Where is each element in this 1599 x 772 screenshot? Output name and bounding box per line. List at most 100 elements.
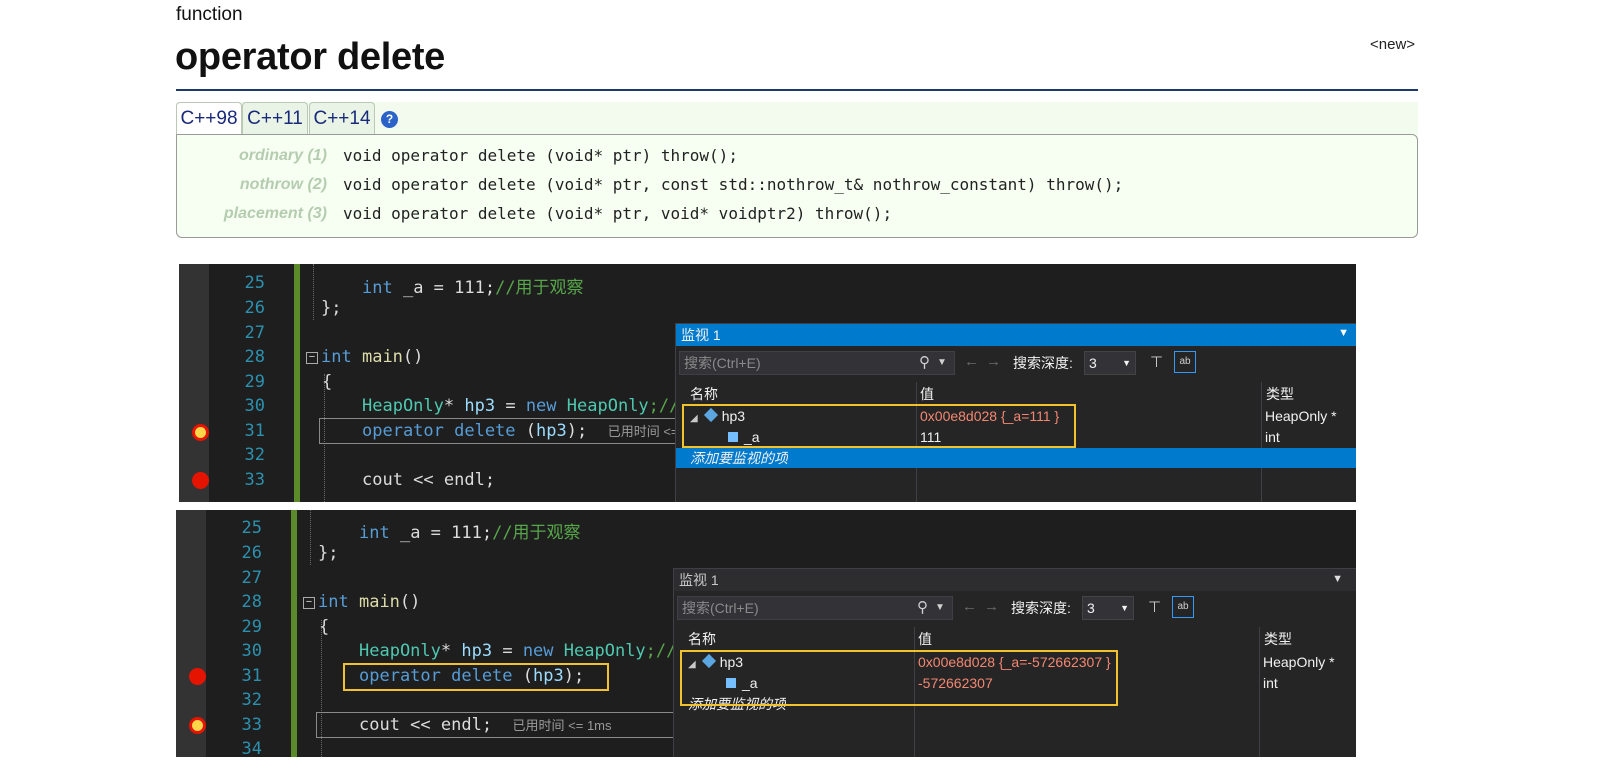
watch-search-input[interactable]: 搜索(Ctrl+E) [677, 596, 953, 620]
tab-cpp14[interactable]: C++14 [309, 102, 375, 135]
line-number: 27 [241, 568, 262, 588]
search-depth-label: 搜索深度: [1013, 355, 1073, 371]
watch-row-type: HeapOnly * [1265, 408, 1337, 424]
watch-grid-header: 名称 值 类型 [674, 629, 1356, 649]
code-line-29: { [322, 372, 333, 392]
indent-guide [313, 264, 314, 320]
code-line-33: cout << endl; [362, 470, 496, 490]
search-icon[interactable]: ⚲ [919, 353, 930, 371]
highlight-box [343, 663, 609, 691]
change-bar [291, 510, 297, 757]
search-depth-select[interactable]: 3 ▼ [1082, 596, 1134, 620]
watch-title: 监视 1 [676, 324, 1356, 346]
help-icon[interactable]: ? [381, 111, 398, 128]
line-number: 29 [244, 372, 265, 392]
back-arrow-icon[interactable]: ← [962, 598, 977, 615]
highlight-box [682, 404, 1076, 448]
dropdown-arrow-icon[interactable]: ▼ [1332, 573, 1343, 585]
debugger-panel-top: 25 26 27 28 29 30 31 32 33 int _a = 111;… [179, 264, 1356, 502]
line-number: 26 [244, 298, 265, 318]
watch-row-type: HeapOnly * [1263, 654, 1335, 670]
prototype-row: placement (3) void operator delete (void… [177, 200, 1417, 228]
prototype-row: ordinary (1) void operator delete (void*… [177, 142, 1417, 170]
breakpoint-icon[interactable] [189, 668, 206, 685]
add-watch-item[interactable]: 添加要监视的项 [690, 448, 788, 468]
column-type-header[interactable]: 类型 [1264, 629, 1292, 649]
code-line-26: }; [321, 298, 342, 318]
line-number: 33 [241, 715, 262, 735]
line-number: 28 [244, 347, 265, 367]
search-depth-label: 搜索深度: [1011, 600, 1071, 616]
watch-window: 监视 1 ▼ 搜索(Ctrl+E) ⚲ ▼ ← → 搜索深度: 3 ▼ ⊤ ab … [675, 323, 1356, 502]
indent-guide [310, 510, 311, 565]
line-number: 32 [241, 690, 262, 710]
dropdown-arrow-icon[interactable]: ▼ [1338, 327, 1349, 339]
column-value-header[interactable]: 值 [918, 629, 932, 649]
watch-add-row[interactable]: 添加要监视的项 [676, 448, 1356, 468]
code-line-26: }; [318, 543, 339, 563]
code-line-31: operator delete (hp3); 已用时间 <= [362, 421, 679, 441]
line-number: 31 [241, 666, 262, 686]
line-number: 26 [241, 543, 262, 563]
line-number: 34 [241, 739, 262, 757]
line-number: 32 [244, 445, 265, 465]
code-line-30: HeapOnly* hp3 = new HeapOnly;// [359, 641, 677, 661]
line-number: 25 [241, 518, 262, 538]
collapse-toggle-icon[interactable]: − [303, 597, 315, 609]
watch-title: 监视 1 [674, 569, 1356, 591]
view-format-icon[interactable]: ab [1174, 351, 1196, 373]
view-format-icon[interactable]: ab [1172, 596, 1194, 618]
prototype-code: void operator delete (void* ptr) throw()… [343, 146, 738, 165]
collapse-toggle-icon[interactable]: − [306, 352, 318, 364]
breakpoint-gutter[interactable] [179, 264, 209, 502]
header-link-new[interactable]: <new> [1370, 36, 1415, 53]
column-type-header[interactable]: 类型 [1266, 384, 1294, 404]
chevron-down-icon[interactable]: ▼ [935, 602, 945, 613]
line-number: 30 [244, 396, 265, 416]
pin-filter-icon[interactable]: ⊤ [1148, 598, 1161, 616]
prototype-label: placement (3) [223, 205, 327, 222]
chevron-down-icon[interactable]: ▼ [937, 357, 947, 368]
breakpoint-icon[interactable] [192, 472, 209, 489]
watch-grid-header: 名称 值 类型 [676, 384, 1356, 404]
column-name-header[interactable]: 名称 [688, 629, 716, 649]
line-number: 27 [244, 323, 265, 343]
title-divider [176, 89, 1418, 91]
tab-cpp11[interactable]: C++11 [242, 102, 308, 135]
debugger-panel-bottom: 25 26 27 28 29 30 31 32 33 34 int _a = 1… [176, 510, 1356, 757]
code-line-25: int _a = 111;//用于观察 [362, 278, 584, 298]
breakpoint-current-icon[interactable] [189, 717, 206, 734]
code-line-29: { [319, 617, 330, 637]
code-line-25: int _a = 111;//用于观察 [359, 523, 581, 543]
column-value-header[interactable]: 值 [920, 384, 934, 404]
page-title: operator delete [175, 36, 446, 78]
line-number: 28 [241, 592, 262, 612]
tab-cpp98[interactable]: C++98 [176, 102, 242, 136]
prototype-label: nothrow (2) [239, 176, 327, 193]
code-line-30: HeapOnly* hp3 = new HeapOnly;// [362, 396, 680, 416]
watch-search-input[interactable]: 搜索(Ctrl+E) [679, 351, 955, 375]
code-line-28: int main() [321, 347, 424, 367]
column-name-header[interactable]: 名称 [690, 384, 718, 404]
watch-row-type: int [1263, 675, 1278, 691]
prototype-code: void operator delete (void* ptr, const s… [343, 175, 1124, 194]
watch-toolbar: 搜索(Ctrl+E) ⚲ ▼ ← → 搜索深度: 3 ▼ ⊤ ab [674, 594, 1356, 622]
pin-filter-icon[interactable]: ⊤ [1150, 353, 1163, 371]
breakpoint-current-icon[interactable] [192, 424, 209, 441]
watch-window: 监视 1 ▼ 搜索(Ctrl+E) ⚲ ▼ ← → 搜索深度: 3 ▼ ⊤ ab … [673, 568, 1356, 757]
search-depth-select[interactable]: 3 ▼ [1084, 351, 1136, 375]
prototype-box: ordinary (1) void operator delete (void*… [176, 134, 1418, 238]
entity-kind-label: function [176, 4, 243, 25]
back-arrow-icon[interactable]: ← [964, 353, 979, 370]
change-bar [294, 264, 300, 502]
line-number: 25 [244, 273, 265, 293]
prototype-code: void operator delete (void* ptr, void* v… [343, 204, 893, 223]
line-number: 33 [244, 470, 265, 490]
highlight-box [680, 650, 1118, 706]
watch-toolbar: 搜索(Ctrl+E) ⚲ ▼ ← → 搜索深度: 3 ▼ ⊤ ab [676, 349, 1356, 377]
line-number: 29 [241, 617, 262, 637]
forward-arrow-icon[interactable]: → [984, 598, 999, 615]
search-icon[interactable]: ⚲ [917, 598, 928, 616]
standard-tabs: C++98 C++11 C++14 [176, 102, 1418, 136]
forward-arrow-icon[interactable]: → [986, 353, 1001, 370]
